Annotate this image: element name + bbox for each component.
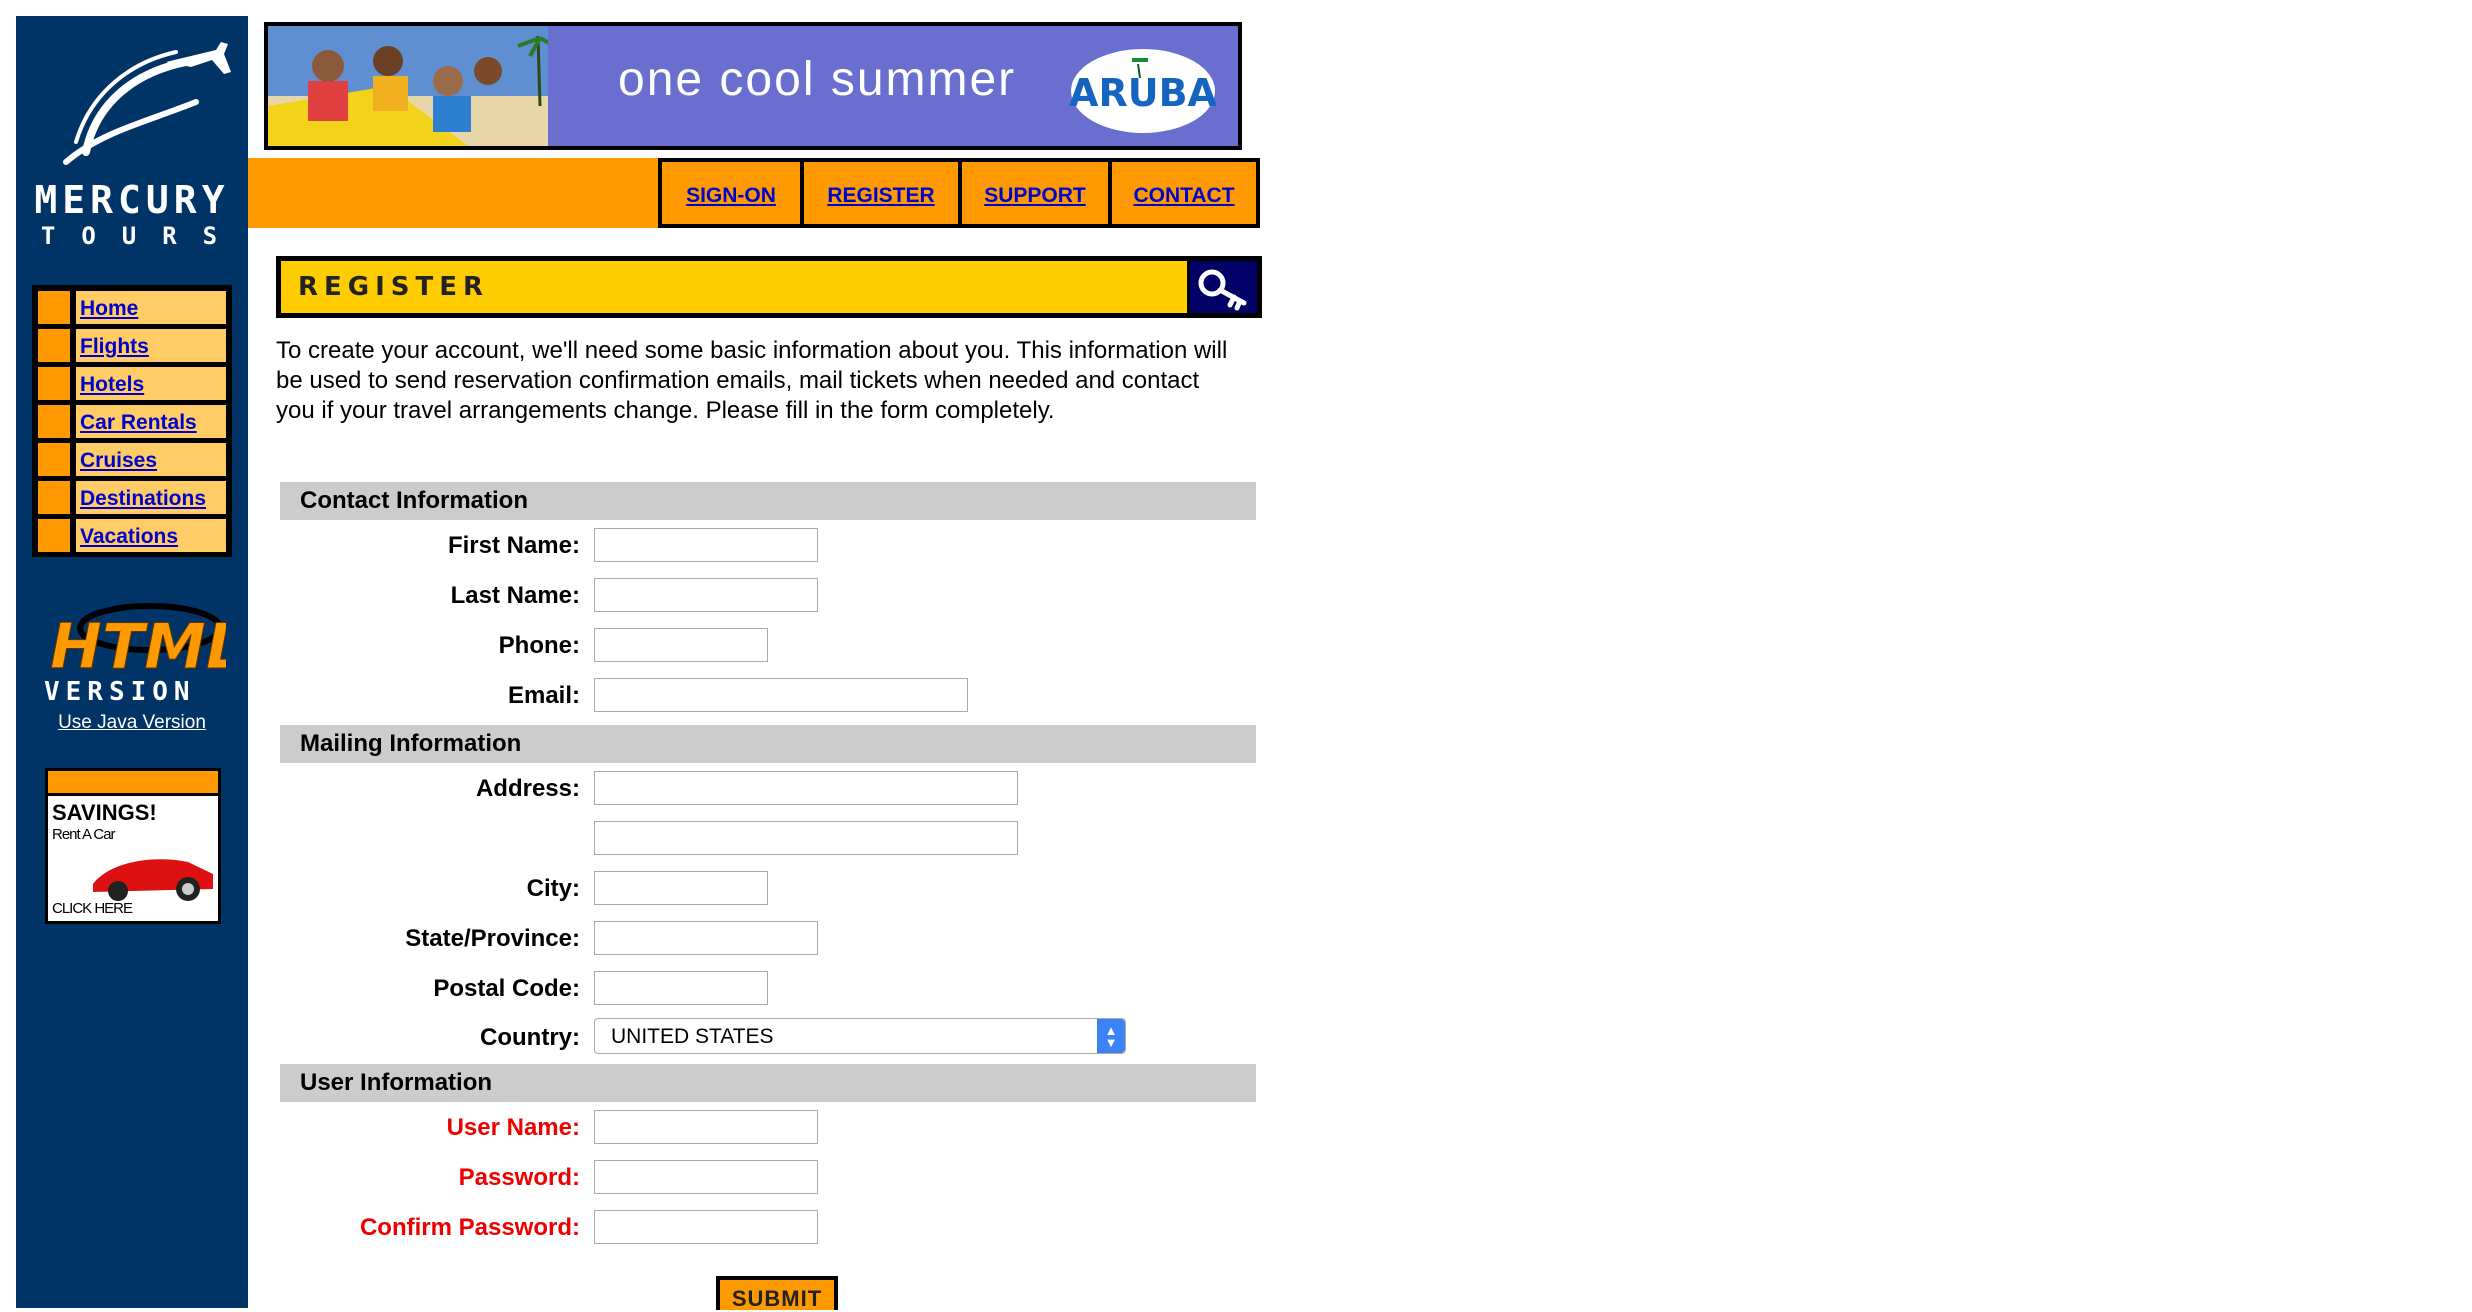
submit-button-face: SUBMIT bbox=[720, 1280, 834, 1311]
nav-bullet bbox=[38, 481, 70, 514]
sidebar-item-cruises: Cruises bbox=[38, 443, 226, 476]
address-line2-input[interactable] bbox=[594, 821, 1018, 855]
country-label: Country: bbox=[480, 1024, 580, 1051]
first-name-label: First Name: bbox=[447, 532, 580, 559]
submit-button[interactable]: SUBMIT bbox=[716, 1276, 838, 1311]
section-contact-information: Contact Information bbox=[280, 482, 1256, 520]
phone-label: Phone: bbox=[498, 632, 580, 659]
use-java-version-link[interactable]: Use Java Version bbox=[16, 712, 248, 734]
sidebar-link-flights[interactable]: Flights bbox=[80, 335, 149, 359]
confirm-password-label: Confirm Password: bbox=[359, 1214, 580, 1241]
ad-title: SAVINGS! bbox=[52, 800, 157, 825]
last-name-input[interactable] bbox=[594, 578, 818, 612]
section-heading: User Information bbox=[300, 1069, 493, 1096]
sidebar-link-hotels[interactable]: Hotels bbox=[80, 373, 144, 397]
nav-bullet bbox=[38, 291, 70, 324]
postal-code-input[interactable] bbox=[594, 971, 768, 1005]
tab-sign-on: SIGN-ON bbox=[658, 158, 800, 228]
sidebar-link-destinations[interactable]: Destinations bbox=[80, 487, 206, 511]
svg-text:VERSION: VERSION bbox=[44, 677, 196, 707]
ad-subtitle: Rent A Car bbox=[52, 826, 116, 843]
address-label: Address: bbox=[475, 775, 580, 802]
savings-rent-a-car-ad[interactable]: SAVINGS! Rent A Car CLICK HERE bbox=[45, 768, 221, 924]
html-version-logo: HTML VERSION bbox=[40, 600, 246, 708]
sidebar-item-car-rentals: Car Rentals bbox=[38, 405, 226, 438]
svg-text:HTML: HTML bbox=[50, 610, 226, 683]
brand-name-line1: MERCURY bbox=[34, 178, 230, 222]
sidebar-item-hotels: Hotels bbox=[38, 367, 226, 400]
city-input[interactable] bbox=[594, 871, 768, 905]
tab-contact: CONTACT bbox=[1108, 158, 1260, 228]
aruba-logo-text: ARUBA bbox=[1069, 71, 1217, 115]
nav-bullet bbox=[38, 367, 70, 400]
aruba-logo-icon: ARUBA bbox=[1069, 49, 1218, 133]
banner-slogan: one cool summer bbox=[618, 53, 1017, 106]
sign-on-link[interactable]: SIGN-ON bbox=[662, 184, 800, 208]
city-label: City: bbox=[526, 875, 580, 902]
nav-bullet bbox=[38, 405, 70, 438]
plane-swoosh-icon bbox=[63, 42, 231, 165]
support-link[interactable]: SUPPORT bbox=[962, 184, 1108, 208]
user-name-input[interactable] bbox=[594, 1110, 818, 1144]
select-arrows-icon: ▲ ▼ bbox=[1097, 1019, 1125, 1053]
section-user-information: User Information bbox=[280, 1064, 1256, 1102]
sidebar-link-car-rentals[interactable]: Car Rentals bbox=[80, 411, 197, 435]
last-name-label: Last Name: bbox=[450, 582, 580, 609]
nav-bullet bbox=[38, 519, 70, 552]
tab-support: SUPPORT bbox=[958, 158, 1108, 228]
key-icon-box bbox=[1190, 261, 1257, 313]
country-select[interactable]: UNITED STATES ▲ ▼ bbox=[594, 1018, 1126, 1054]
section-heading: Mailing Information bbox=[300, 730, 522, 757]
state-input[interactable] bbox=[594, 921, 818, 955]
ad-click-here: CLICK HERE bbox=[52, 900, 133, 917]
page-title: REGISTER bbox=[298, 272, 490, 302]
brand-name-line2: TOURS bbox=[40, 222, 244, 250]
aruba-banner-ad[interactable]: one cool summer ARUBA bbox=[268, 26, 1238, 146]
country-selected-value: UNITED STATES bbox=[611, 1025, 774, 1048]
nav-bullet bbox=[38, 329, 70, 362]
sidebar-item-flights: Flights bbox=[38, 329, 226, 362]
red-car-icon bbox=[93, 859, 213, 901]
intro-text: To create your account, we'll need some … bbox=[276, 337, 1228, 424]
first-name-input[interactable] bbox=[594, 528, 818, 562]
sidebar-nav: Home Flights Hotels Car Rentals Cruises … bbox=[32, 285, 232, 557]
phone-input[interactable] bbox=[594, 628, 768, 662]
html-version-icon: HTML VERSION bbox=[44, 603, 246, 707]
ad-body: SAVINGS! Rent A Car CLICK HERE bbox=[48, 796, 218, 921]
ad-top-bar bbox=[48, 771, 218, 793]
key-icon bbox=[1198, 269, 1247, 311]
user-name-label: User Name: bbox=[446, 1114, 580, 1141]
sidebar-link-vacations[interactable]: Vacations bbox=[80, 525, 178, 549]
password-input[interactable] bbox=[594, 1160, 818, 1194]
submit-label: SUBMIT bbox=[731, 1286, 823, 1311]
contact-link[interactable]: CONTACT bbox=[1112, 184, 1256, 208]
sidebar-item-home: Home bbox=[38, 291, 226, 324]
sidebar-link-home[interactable]: Home bbox=[80, 297, 138, 321]
nav-bullet bbox=[38, 443, 70, 476]
email-label: Email: bbox=[507, 682, 580, 709]
section-mailing-information: Mailing Information bbox=[280, 725, 1256, 763]
register-link[interactable]: REGISTER bbox=[804, 184, 958, 208]
mercury-tours-logo[interactable]: MERCURY TOURS bbox=[16, 22, 248, 262]
sidebar-item-destinations: Destinations bbox=[38, 481, 226, 514]
sidebar-link-cruises[interactable]: Cruises bbox=[80, 449, 157, 473]
section-heading: Contact Information bbox=[300, 487, 528, 514]
postal-code-label: Postal Code: bbox=[433, 975, 580, 1002]
password-label: Password: bbox=[458, 1164, 580, 1191]
address-line1-input[interactable] bbox=[594, 771, 1018, 805]
tab-register: REGISTER bbox=[800, 158, 958, 228]
beach-photo-icon bbox=[268, 26, 548, 146]
state-label: State/Province: bbox=[405, 925, 580, 952]
email-input[interactable] bbox=[594, 678, 968, 712]
confirm-password-input[interactable] bbox=[594, 1210, 818, 1244]
sidebar-item-vacations: Vacations bbox=[38, 519, 226, 552]
